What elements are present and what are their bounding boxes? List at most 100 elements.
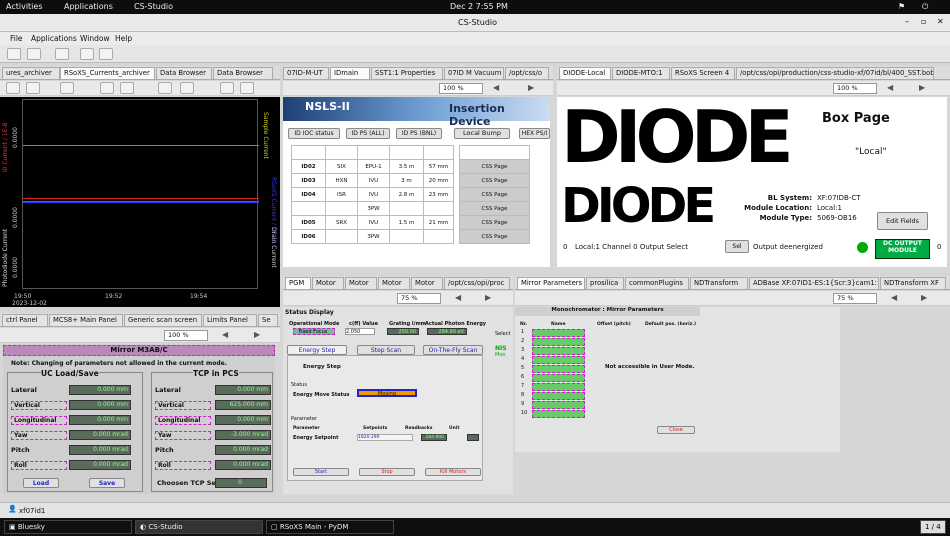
tab-mcs8[interactable]: MCS8+ Main Panel — [49, 314, 123, 326]
nav-forward-icon[interactable]: ▶ — [254, 330, 260, 339]
network-icon[interactable]: ⚑ — [898, 2, 905, 11]
tab-common-plugins[interactable]: commonPlugins — [625, 277, 689, 289]
taskbar-rsoxs-main[interactable]: ▢ RSoXS Main - PyDM — [266, 520, 394, 534]
cff-value[interactable]: 2.050 — [345, 328, 375, 335]
stop-button[interactable]: Stop — [359, 468, 415, 476]
activities-button[interactable]: Activities — [6, 2, 43, 11]
nav-forward-icon[interactable]: ▶ — [921, 293, 927, 302]
minimize-button[interactable]: – — [905, 17, 909, 26]
nav-forward-icon[interactable]: ▶ — [919, 83, 925, 92]
kill-motors-button[interactable]: Kill Motors — [425, 468, 481, 476]
css-page-button[interactable]: CSS Page — [459, 201, 530, 216]
tab-diode-mto[interactable]: DIODE-MTO:1 — [612, 67, 670, 79]
taskbar-cs-studio[interactable]: ◐ CS-Studio — [135, 520, 263, 534]
tab-mirror-parameters[interactable]: Mirror Parameters — [517, 277, 585, 289]
new-icon[interactable] — [99, 48, 113, 60]
open-icon[interactable] — [27, 48, 41, 60]
css-page-button[interactable]: CSS Page — [459, 215, 530, 230]
tab-motor[interactable]: Motor — [378, 277, 410, 289]
power-icon[interactable]: ⏻ — [922, 2, 928, 12]
tab-ndtransform[interactable]: NDTransform — [690, 277, 748, 289]
zoom-out-icon[interactable] — [120, 82, 134, 94]
css-page-button[interactable]: CSS Page — [459, 173, 530, 188]
start-button[interactable]: Start — [293, 468, 349, 476]
tab-archiver[interactable]: ures_archiver — [2, 67, 60, 79]
css-page-button[interactable]: CSS Page — [459, 159, 530, 174]
refresh-icon[interactable] — [220, 82, 234, 94]
layout-icon[interactable] — [55, 48, 69, 60]
clock[interactable]: Dec 2 7:55 PM — [450, 2, 508, 11]
menu-applications[interactable]: Applications — [31, 34, 77, 43]
load-button[interactable]: Load — [23, 478, 59, 488]
zoom-in-icon[interactable] — [100, 82, 114, 94]
zoom-select[interactable]: 100 % — [439, 83, 483, 94]
tab-data-browser[interactable]: Data Browser — [156, 67, 212, 79]
tab-adbase[interactable]: ADBase XF:07ID1-ES:1{Scr:3}cam1: — [749, 277, 879, 289]
nav-back-icon[interactable]: ◀ — [891, 293, 897, 302]
tab-data-browser-2[interactable]: Data Browser — [213, 67, 273, 79]
tab-sst-bob[interactable]: /opt/css/opi/production/css-studio-xf/07… — [736, 67, 934, 79]
zoom-select[interactable]: 100 % — [833, 83, 877, 94]
tab-energy-step[interactable]: Energy Step — [287, 345, 347, 355]
zoom-select[interactable]: 75 % — [397, 293, 441, 304]
css-page-button[interactable]: CSS Page — [459, 229, 530, 244]
local-bump-button[interactable]: Local Bump — [454, 128, 510, 139]
tab-se[interactable]: Se — [258, 314, 278, 326]
id-ps-all-button[interactable]: ID PS (ALL) — [346, 128, 390, 139]
menu-help[interactable]: Help — [115, 34, 132, 43]
archiver-plot[interactable]: Photodiode Current I0 Current / 1E-8 0.0… — [0, 97, 280, 307]
menu-window[interactable]: Window — [80, 34, 110, 43]
plot-area[interactable] — [22, 99, 259, 289]
tab-currents-archiver[interactable]: RSoXS_Currents_archiver — [60, 67, 155, 79]
menu-file[interactable]: File — [10, 34, 23, 43]
tab-limits[interactable]: Limits Panel — [203, 314, 257, 326]
close-button[interactable]: Close — [657, 426, 695, 434]
tab-generic-scan[interactable]: Generic scan screen — [124, 314, 202, 326]
tab-diode-local[interactable]: DIODE-Local — [559, 67, 611, 79]
tab-prosilica[interactable]: prosilica — [586, 277, 624, 289]
tab-sst1-properties[interactable]: SST1:1 Properties — [371, 67, 443, 79]
energy-setpoint-input[interactable]: 1820.290 — [357, 434, 413, 441]
tab-motor[interactable]: Motor — [345, 277, 377, 289]
tab-idmain[interactable]: IDmain — [330, 67, 370, 79]
nav-back-icon[interactable]: ◀ — [887, 83, 893, 92]
tab-07id-m-ut[interactable]: 07ID-M-UT — [283, 67, 329, 79]
axis-icon[interactable] — [60, 82, 74, 94]
edit-fields-button[interactable]: Edit Fields — [877, 212, 928, 230]
id-ps-bnl-button[interactable]: ID PS (BNL) — [396, 128, 442, 139]
tab-opt-css[interactable]: /opt/css/o — [505, 67, 549, 79]
tab-ctrl-panel[interactable]: ctrl Panel — [2, 314, 48, 326]
nav-back-icon[interactable]: ◀ — [222, 330, 228, 339]
zoom-select[interactable]: 100 % — [164, 330, 208, 341]
home-icon[interactable] — [7, 48, 21, 60]
back-icon[interactable] — [80, 48, 94, 60]
css-page-button[interactable]: CSS Page — [459, 187, 530, 202]
nav-back-icon[interactable]: ◀ — [455, 293, 461, 302]
taskbar-bluesky[interactable]: ▣ Bluesky — [4, 520, 132, 534]
undo-icon[interactable] — [180, 82, 194, 94]
tab-pgm[interactable]: PGM — [285, 277, 311, 289]
zoom-select[interactable]: 75 % — [833, 293, 877, 304]
nav-forward-icon[interactable]: ▶ — [528, 83, 534, 92]
app-menu[interactable]: CS-Studio — [134, 2, 173, 11]
tab-opt-css[interactable]: /opt/css/opi/proc — [444, 277, 510, 289]
workspace-indicator[interactable]: 1 / 4 — [920, 520, 946, 534]
tab-step-scan[interactable]: Step Scan — [357, 345, 415, 355]
hex-ps-button[interactable]: HEX PS/I — [519, 128, 550, 139]
print-icon[interactable] — [240, 82, 254, 94]
tab-ndtransform-xf[interactable]: NDTransform XF — [880, 277, 946, 289]
pointer-icon[interactable] — [158, 82, 172, 94]
tab-on-the-fly[interactable]: On-The-Fly Scan — [423, 345, 483, 355]
tab-rsoxs-screen[interactable]: RSoXS Screen 4 — [671, 67, 735, 79]
tab-07id-vacuum[interactable]: 07ID M Vacuum — [444, 67, 504, 79]
nav-back-icon[interactable]: ◀ — [493, 83, 499, 92]
maximize-button[interactable]: ▫ — [921, 17, 926, 26]
id-ioc-status-button[interactable]: ID IOC status — [288, 128, 340, 139]
tab-motor[interactable]: Motor — [312, 277, 344, 289]
close-button[interactable]: ✕ — [937, 17, 944, 26]
pan-icon[interactable] — [26, 82, 40, 94]
save-button[interactable]: Save — [89, 478, 125, 488]
applications-menu[interactable]: Applications — [64, 2, 113, 11]
nav-forward-icon[interactable]: ▶ — [485, 293, 491, 302]
tab-motor[interactable]: Motor — [411, 277, 443, 289]
